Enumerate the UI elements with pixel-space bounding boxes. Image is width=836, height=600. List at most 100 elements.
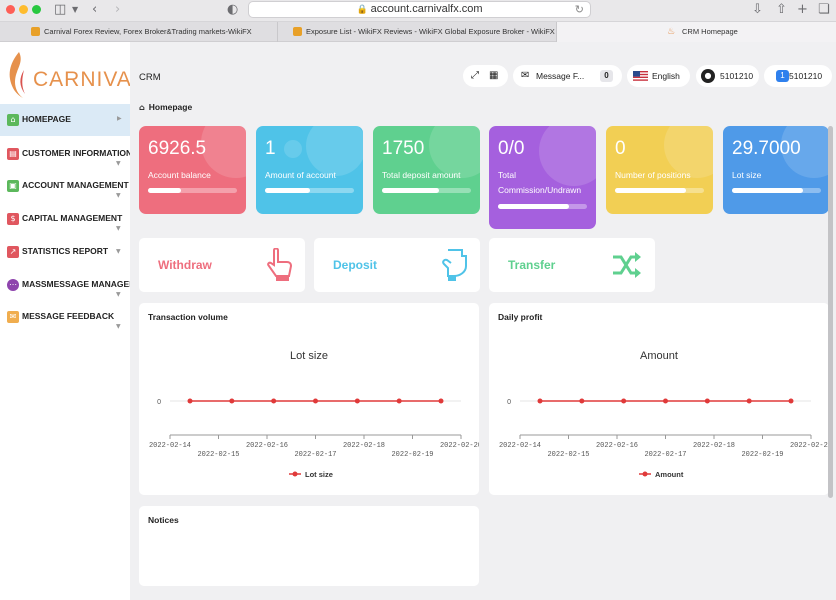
data-point[interactable] <box>396 398 402 404</box>
total-deposit-card: 1750 Total deposit amount <box>373 126 480 214</box>
data-point[interactable] <box>663 398 668 404</box>
browser-toolbar: ◫ ▼ ‹ › ◐ 🔒 account.carnivalfx.com ↻ ⇩ ⇧ … <box>0 0 836 22</box>
x-tick-label: 2022-02-15 <box>547 451 589 459</box>
sidebar-item-statistics-report[interactable]: ↗ STATISTICS REPORT ▼ <box>0 236 130 268</box>
sidebar-item-label: HOMEPAGE <box>22 114 71 124</box>
page-scrollbar[interactable] <box>828 126 833 498</box>
sidebar-item-customer-information[interactable]: ▤ CUSTOMER INFORMATION ▼ <box>0 138 130 170</box>
progress-bar <box>148 188 237 193</box>
transfer-label: Transfer <box>508 258 556 272</box>
sidebar-item-account-management[interactable]: ▣ ACCOUNT MANAGEMENT ▼ <box>0 170 130 202</box>
daily-profit-panel: Daily profit Amount 0 2022-02-14 2022-02-15… <box>489 303 829 495</box>
amount-chart: Amount 0 2022-02-14 2022-02-15 2022-02-16 202… <box>499 350 829 479</box>
download-icon[interactable]: ⇩ <box>752 2 763 18</box>
sidebar-item-label: MASSMESSAGE MANAGEMENT <box>22 279 130 289</box>
data-point[interactable] <box>354 398 360 404</box>
progress-bar <box>615 188 704 193</box>
forward-icon[interactable]: › <box>115 2 120 18</box>
envelope-icon: ✉ <box>7 311 19 323</box>
messages-label: Message F... <box>536 71 585 81</box>
data-point[interactable] <box>621 398 627 404</box>
main-content: CRM ⤢ ▦ ✉ Message F... 0 English ● 51012… <box>130 42 836 600</box>
carnival-logo[interactable]: CARNIVAL <box>5 50 143 98</box>
sidebar-item-capital-management[interactable]: $ CAPITAL MANAGEMENT ▼ <box>0 203 130 235</box>
lock-icon: 🔒 <box>356 5 368 15</box>
breadcrumb-label: Homepage <box>148 102 193 112</box>
tab-overview-icon[interactable]: ❏ <box>818 2 830 18</box>
data-point[interactable] <box>579 398 585 404</box>
stat-label: Amount of account <box>265 170 336 180</box>
legend-label[interactable]: Lot size <box>305 470 333 479</box>
stat-label: Total Commission/Undrawn <box>498 170 582 195</box>
data-point[interactable] <box>537 398 543 404</box>
x-tick-label: 2022-02-17 <box>294 451 336 459</box>
chevron-down-icon: ▼ <box>116 323 121 330</box>
notices-panel: Notices <box>139 506 479 586</box>
x-tick-label: 2022-02-14 <box>499 442 541 450</box>
progress-bar <box>382 188 471 193</box>
home-icon[interactable]: ⌂ <box>139 103 145 112</box>
data-point[interactable] <box>746 398 752 404</box>
zoom-window-button[interactable] <box>32 5 41 14</box>
url-text: account.carnivalfx.com <box>370 3 483 15</box>
account-id: 5101210 <box>789 71 823 81</box>
breadcrumb: ⌂ Homepage <box>139 102 192 112</box>
fullscreen-button[interactable]: ⤢ ▦ <box>463 65 508 87</box>
shield-icon[interactable]: ◐ <box>227 2 238 18</box>
data-point[interactable] <box>271 398 277 404</box>
transfer-button[interactable]: Transfer <box>489 238 655 292</box>
progress-fill <box>148 188 181 193</box>
sidebar-item-label: MESSAGE FEEDBACK <box>22 311 115 321</box>
tab-strip: Carnival Forex Review, Forex Broker&Trad… <box>0 22 836 42</box>
stat-value: 0 <box>615 138 626 159</box>
language-selector[interactable]: English <box>627 65 690 87</box>
share-icon[interactable]: ⇧ <box>776 2 787 18</box>
number-of-positions-card: 0 Number of positions <box>606 126 713 214</box>
back-icon[interactable]: ‹ <box>92 2 97 18</box>
data-point[interactable] <box>187 398 193 404</box>
chevron-down-icon: ▼ <box>116 192 121 199</box>
tab-crm-homepage[interactable]: ♨ CRM Homepage <box>557 22 836 42</box>
messages-button[interactable]: ✉ Message F... 0 <box>513 65 622 87</box>
panel-title: Notices <box>148 515 179 525</box>
x-tick-label: 2022-02-14 <box>149 442 191 450</box>
close-window-button[interactable] <box>6 5 15 14</box>
x-tick-label: 2022-02-17 <box>644 451 686 459</box>
sidebar-item-message-feedback[interactable]: ✉ MESSAGE FEEDBACK ▼ <box>0 301 130 333</box>
legend-marker <box>642 471 648 477</box>
minimize-window-button[interactable] <box>19 5 28 14</box>
table-icon: ▦ <box>489 70 499 81</box>
tab-exposure-list[interactable]: Exposure List - WikiFX Reviews - WikiFX … <box>278 22 557 42</box>
message-count-badge: 0 <box>600 70 613 82</box>
chevron-down-icon[interactable]: ▼ <box>72 2 78 18</box>
new-tab-icon[interactable]: + <box>797 2 808 18</box>
account-switch-button[interactable]: 1 5101210 <box>764 65 832 87</box>
x-tick-label: 2022-02-20 <box>440 442 479 450</box>
x-tick-label: 2022-02-15 <box>197 451 239 459</box>
sidebar-item-homepage[interactable]: ⌂ HOMEPAGE ▶ <box>0 104 130 136</box>
data-point[interactable] <box>704 398 710 404</box>
tab-wikifx-review[interactable]: Carnival Forex Review, Forex Broker&Trad… <box>0 22 278 42</box>
bank-icon: ▣ <box>7 180 19 192</box>
data-point[interactable] <box>438 398 444 404</box>
sidebar-item-massmessage-management[interactable]: ⋯ MASSMESSAGE MANAGEMENT ▼ <box>0 269 130 301</box>
user-menu-button[interactable]: ● 5101210 <box>696 65 759 87</box>
id-card-icon: ▤ <box>7 148 19 160</box>
url-bar[interactable]: 🔒 account.carnivalfx.com ↻ <box>248 1 591 18</box>
withdraw-button[interactable]: Withdraw <box>139 238 305 292</box>
data-point[interactable] <box>229 398 235 404</box>
progress-fill <box>498 204 570 209</box>
flame-logo-icon <box>9 52 25 98</box>
sidebar-toggle-icon[interactable]: ◫ <box>54 2 66 18</box>
progress-fill <box>382 188 439 193</box>
account-balance-card: 6926.5 Account balance <box>139 126 246 214</box>
deposit-button[interactable]: Deposit <box>314 238 480 292</box>
stat-value: 0/0 <box>498 138 525 159</box>
reload-icon[interactable]: ↻ <box>575 2 584 17</box>
data-point[interactable] <box>788 398 794 404</box>
wikifx-favicon-icon <box>31 27 40 36</box>
data-point[interactable] <box>313 398 318 404</box>
lot-size-chart: Lot size 0 2022-02-14 2022-02-15 2022-02-16 2… <box>149 350 479 479</box>
legend-label[interactable]: Amount <box>655 470 684 479</box>
chevron-down-icon: ▼ <box>116 225 121 232</box>
